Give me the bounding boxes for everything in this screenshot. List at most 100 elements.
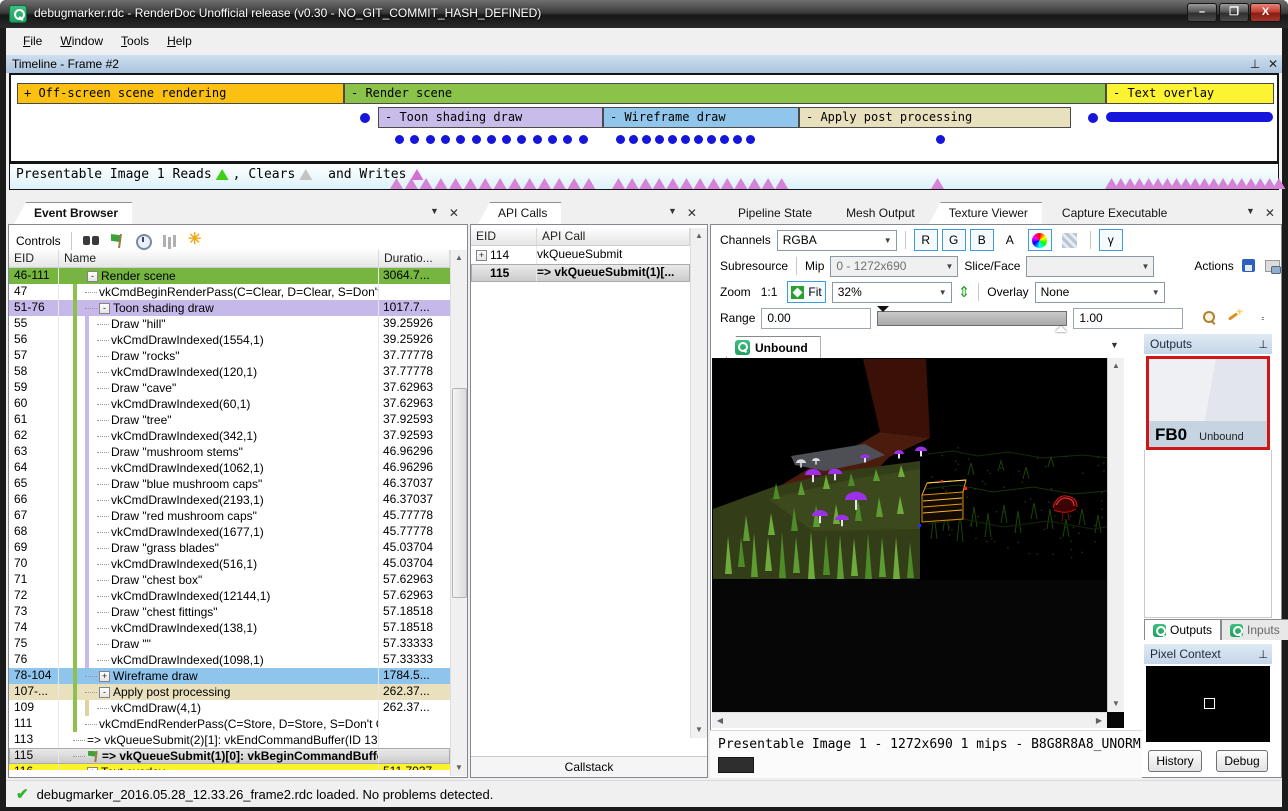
write-marker-triangle[interactable] — [553, 178, 566, 189]
write-marker-triangle[interactable] — [612, 178, 625, 189]
time-draws-icon[interactable] — [134, 232, 152, 250]
tab-mesh-output[interactable]: Mesh Output — [826, 202, 929, 224]
draw-event-dot[interactable] — [533, 135, 542, 144]
table-row[interactable]: 115=> vkQueueSubmit(1)[... — [471, 264, 690, 282]
write-marker-triangle[interactable] — [464, 178, 477, 189]
channel-b-button[interactable]: B — [970, 229, 994, 251]
range-min-handle[interactable] — [877, 306, 889, 318]
timeline-marker-bar[interactable]: - Apply post processing — [799, 107, 1071, 128]
table-row[interactable]: 58vkCmdDrawIndexed(120,1)37.77778 — [9, 364, 450, 380]
close-button[interactable]: X — [1250, 3, 1281, 22]
close-icon[interactable]: ✕ — [1265, 206, 1275, 220]
sliceface-dropdown[interactable]: ▼ — [1026, 256, 1154, 277]
table-row[interactable]: 61Draw "tree"37.92593 — [9, 412, 450, 428]
overlay-dropdown[interactable]: None▼ — [1035, 282, 1165, 303]
menu-help[interactable]: Help — [158, 31, 201, 51]
draw-event-dot[interactable] — [642, 135, 651, 144]
write-marker-triangle[interactable] — [479, 178, 492, 189]
tab-outputs[interactable]: Outputs — [1144, 619, 1221, 640]
timeline-marker-bar[interactable]: + Off-screen scene rendering — [17, 83, 344, 104]
write-marker-triangle[interactable] — [680, 178, 693, 189]
history-button[interactable]: History — [1148, 750, 1202, 772]
draw-event-dot[interactable] — [655, 135, 664, 144]
table-row[interactable]: 46-111-Render scene3064.7... — [9, 268, 450, 284]
open-image-icon[interactable] — [1264, 257, 1282, 275]
autofit-wand-icon[interactable] — [1225, 309, 1243, 327]
draw-event-dot[interactable] — [733, 135, 742, 144]
draw-event-dot[interactable] — [517, 135, 526, 144]
write-marker-triangle[interactable] — [653, 178, 666, 189]
close-icon[interactable]: ✕ — [687, 206, 697, 220]
table-row[interactable]: 68vkCmdDrawIndexed(1677,1)45.77778 — [9, 524, 450, 540]
table-row[interactable]: 67Draw "red mushroom caps"45.77778 — [9, 508, 450, 524]
chevron-down-icon[interactable]: ▼ — [1110, 340, 1119, 350]
pin-icon[interactable]: ⊥ — [1258, 648, 1268, 661]
event-browser-table-header[interactable]: EID Name Duratio... — [9, 250, 450, 268]
table-row[interactable]: 64vkCmdDrawIndexed(1062,1)46.96296 — [9, 460, 450, 476]
write-marker-triangle[interactable] — [931, 178, 944, 189]
mip-dropdown[interactable]: 0 - 1272x690▼ — [830, 256, 958, 277]
minimize-button[interactable]: – — [1187, 3, 1217, 22]
draw-event-dot[interactable] — [395, 135, 404, 144]
draw-event-dot[interactable] — [472, 135, 481, 144]
write-marker-triangle[interactable] — [721, 178, 734, 189]
draw-event-dot[interactable] — [579, 135, 588, 144]
collapse-icon[interactable]: - — [87, 271, 98, 282]
event-browser-scrollbar[interactable]: ▲ ▼ — [450, 250, 467, 776]
table-row[interactable]: 109vkCmdDraw(4,1)262.37... — [9, 700, 450, 716]
debug-button[interactable]: Debug — [1216, 750, 1268, 772]
draw-event-dot[interactable] — [410, 135, 419, 144]
pin-icon[interactable]: ⊥ — [1246, 57, 1264, 71]
timeline-marker-bar[interactable]: - Render scene — [344, 83, 1106, 104]
maximize-button[interactable]: ❐ — [1219, 3, 1249, 22]
title-bar[interactable]: debugmarker.rdc - RenderDoc Unofficial r… — [0, 0, 1288, 28]
texture-vertical-scrollbar[interactable]: ▲ ▼ — [1107, 358, 1124, 712]
flip-y-icon[interactable]: ⇕ — [958, 283, 971, 301]
fb0-thumbnail[interactable]: FB0 Unbound — [1146, 356, 1270, 450]
write-marker-triangle[interactable] — [1272, 178, 1285, 189]
select-columns-icon[interactable] — [160, 232, 178, 250]
table-row[interactable]: 107-...-Apply post processing262.37... — [9, 684, 450, 700]
range-slider[interactable] — [877, 311, 1067, 326]
table-row[interactable]: 71Draw "chest box"57.62963 — [9, 572, 450, 588]
draw-event-dot[interactable] — [707, 135, 716, 144]
channel-r-button[interactable]: R — [914, 229, 938, 251]
texture-horizontal-scrollbar[interactable]: ◀ ▶ — [712, 712, 1107, 728]
write-marker-triangle[interactable] — [775, 178, 788, 189]
draw-event-dot[interactable] — [936, 135, 945, 144]
write-marker-triangle[interactable] — [734, 178, 747, 189]
table-row[interactable]: 62vkCmdDrawIndexed(342,1)37.92593 — [9, 428, 450, 444]
table-row[interactable]: 55Draw "hill"39.25926 — [9, 316, 450, 332]
write-marker-triangle[interactable] — [508, 178, 521, 189]
menu-tools[interactable]: Tools — [112, 31, 158, 51]
table-row[interactable]: 72vkCmdDrawIndexed(12144,1)57.62963 — [9, 588, 450, 604]
write-marker-triangle[interactable] — [626, 178, 639, 189]
write-marker-triangle[interactable] — [748, 178, 761, 189]
table-row[interactable]: 115=> vkQueueSubmit(1)[0]: vkBeginComman… — [9, 748, 450, 764]
draw-event-dot[interactable] — [616, 135, 625, 144]
draw-event-dot[interactable] — [548, 135, 557, 144]
save-texture-icon[interactable] — [1240, 257, 1258, 275]
table-row[interactable]: 111vkCmdEndRenderPass(C=Store, D=Store, … — [9, 716, 450, 732]
write-marker-triangle[interactable] — [582, 178, 595, 189]
write-marker-triangle[interactable] — [694, 178, 707, 189]
draw-event-dot[interactable] — [1088, 113, 1098, 123]
colorwheel-button[interactable] — [1028, 229, 1052, 251]
table-row[interactable]: 60vkCmdDrawIndexed(60,1)37.62963 — [9, 396, 450, 412]
range-max-field[interactable]: 1.00 — [1073, 308, 1183, 329]
table-row[interactable]: +114vkQueueSubmit — [471, 246, 690, 264]
channel-a-button[interactable]: A — [998, 229, 1022, 251]
collapse-icon[interactable]: - — [99, 687, 110, 698]
timeline-marker-bar[interactable]: - Text overlay — [1106, 83, 1274, 104]
tab-capture-executable[interactable]: Capture Executable — [1042, 202, 1181, 224]
write-marker-triangle[interactable] — [494, 178, 507, 189]
write-marker-triangle[interactable] — [434, 178, 447, 189]
close-icon[interactable]: ✕ — [1264, 57, 1282, 71]
tab-inputs[interactable]: Inputs — [1221, 619, 1288, 640]
range-max-handle[interactable] — [1055, 320, 1067, 332]
collapse-icon[interactable]: - — [99, 303, 110, 314]
pixel-context-header[interactable]: Pixel Context⊥ — [1144, 644, 1272, 664]
draw-event-dot[interactable] — [426, 135, 435, 144]
write-marker-triangle[interactable] — [523, 178, 536, 189]
zoom-dropdown[interactable]: 32%▼ — [832, 282, 952, 303]
